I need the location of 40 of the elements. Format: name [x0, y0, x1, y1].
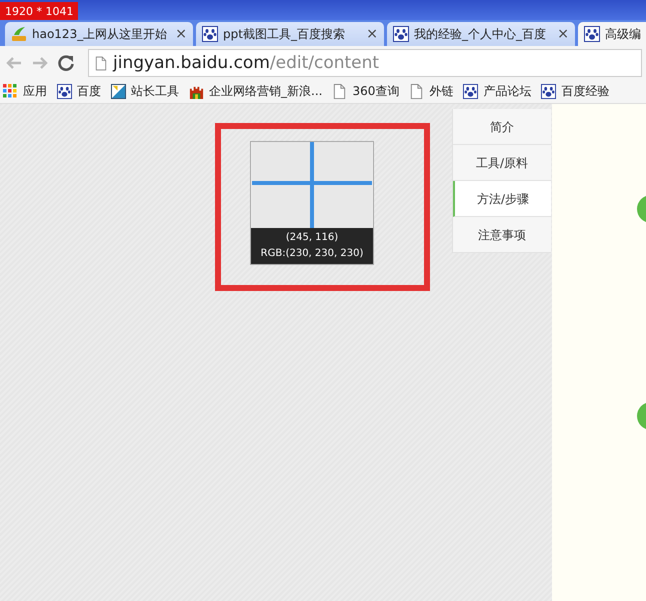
bookmark-item[interactable]: 360查询	[332, 83, 400, 100]
screen-size-label: 1920 * 1041	[0, 2, 78, 21]
castle-icon	[189, 84, 204, 99]
outline-nav-item[interactable]: 简介	[453, 109, 551, 145]
rgb-value-text: RGB:(230, 230, 230)	[260, 247, 364, 261]
browser-tab[interactable]: ppt截图工具_百度搜索 ×	[196, 22, 384, 46]
bookmark-item[interactable]: 百度经验	[541, 83, 610, 100]
outline-nav-item[interactable]: 注意事项	[453, 217, 551, 253]
tab-title: 高级编	[605, 26, 642, 42]
bookmark-item[interactable]: 企业网络营销_新浪...	[189, 83, 322, 100]
paw-icon	[463, 84, 478, 99]
browser-tab[interactable]: hao123_上网从这里开始 ×	[5, 22, 193, 46]
bookmark-item[interactable]: 应用	[3, 83, 47, 100]
tab-title: hao123_上网从这里开始	[32, 26, 168, 42]
outline-nav-item[interactable]: 方法/步骤	[453, 181, 551, 217]
paw-icon	[584, 26, 600, 42]
tool-logo-icon	[111, 84, 126, 99]
hao-logo-icon	[11, 26, 27, 42]
close-tab-button[interactable]: ×	[557, 26, 569, 42]
bookmark-item[interactable]: 百度	[57, 83, 101, 100]
page-icon	[332, 84, 348, 99]
close-tab-button[interactable]: ×	[175, 26, 187, 42]
coordinates-text: (245, 116)	[286, 231, 338, 245]
bookmark-item[interactable]: 产品论坛	[463, 83, 532, 100]
close-tab-button[interactable]: ×	[366, 26, 378, 42]
tab-title: ppt截图工具_百度搜索	[223, 26, 346, 42]
tab-title: 我的经验_个人中心_百度	[414, 26, 547, 42]
paw-icon	[202, 26, 218, 42]
paw-icon	[541, 84, 556, 99]
reload-icon[interactable]	[56, 53, 76, 73]
paw-icon	[57, 84, 72, 99]
apps-grid-icon	[3, 84, 18, 99]
address-bar[interactable]: jingyan.baidu.com/edit/content	[88, 49, 642, 77]
paw-icon	[393, 26, 409, 42]
bookmark-item[interactable]: 站长工具	[111, 83, 179, 100]
browser-tab[interactable]: 高级编	[578, 22, 646, 46]
page-icon	[95, 56, 107, 70]
bookmark-item[interactable]: 外链	[409, 83, 454, 100]
browser-tab[interactable]: 我的经验_个人中心_百度 ×	[387, 22, 575, 46]
page-icon	[409, 84, 424, 99]
